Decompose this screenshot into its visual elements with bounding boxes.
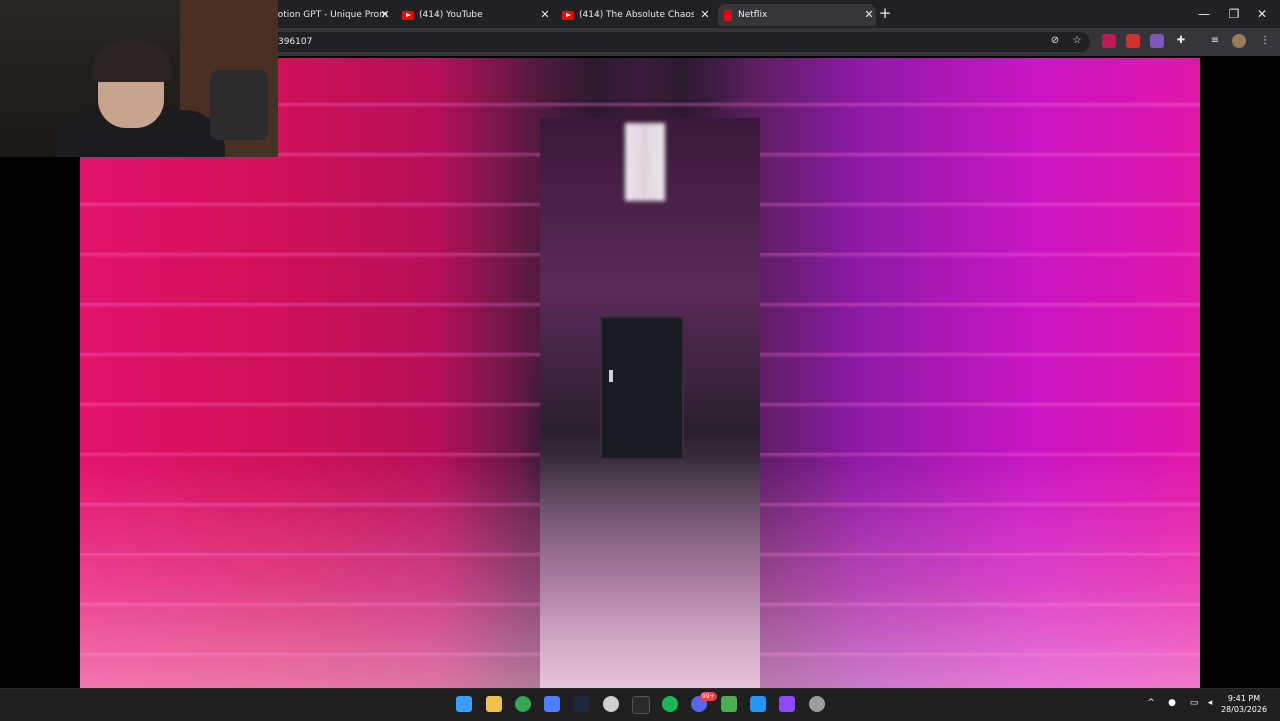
extension-icon[interactable] [1102,34,1116,48]
clock-date: 28/03/2026 [1220,705,1268,714]
tab-title: (414) YouTube [419,10,483,20]
webcam-overlay [0,0,278,157]
profile-avatar[interactable] [1232,34,1246,48]
youtube-icon [402,10,414,20]
file-explorer-icon[interactable] [486,696,502,712]
volume-icon[interactable]: ◂ [1204,697,1216,709]
microphone-icon[interactable]: ● [1166,697,1178,709]
obs-icon[interactable] [603,696,619,712]
tab-netflix[interactable]: Netflix ✕ [718,4,876,26]
chevron-up-icon[interactable]: ^ [1145,697,1157,709]
extension-icon[interactable] [1126,34,1140,48]
star-icon[interactable]: ☆ [1070,34,1084,48]
headphones-hat [92,40,172,82]
network-icon[interactable]: ▭ [1188,697,1200,709]
tab-title: Netflix [738,10,768,20]
clock-time: 9:41 PM [1227,694,1261,703]
discord-badge: 99+ [700,692,717,701]
tab-youtube[interactable]: (414) YouTube ✕ [402,4,552,26]
spotify-icon[interactable] [662,696,678,712]
twitch-icon[interactable] [779,696,795,712]
menu-icon[interactable]: ⋮ [1258,34,1272,48]
eye-off-icon[interactable]: ⊘ [1048,34,1062,48]
steam-icon[interactable] [573,696,589,712]
media-control-icon[interactable]: ≡ [1208,34,1222,48]
close-icon[interactable]: ✕ [378,8,392,22]
netflix-icon [724,9,732,21]
windows-start-icon[interactable] [456,696,472,712]
door [600,316,684,460]
tab-title: (414) The Absolute Chaos of Co [579,10,694,20]
close-icon[interactable]: ✕ [538,8,552,22]
floor [80,458,1200,688]
roblox-icon[interactable] [544,696,560,712]
ceiling-light [625,123,665,201]
extension-icon[interactable] [1150,34,1164,48]
chrome-icon[interactable] [515,696,531,712]
tab-youtube-video[interactable]: (414) The Absolute Chaos of Co ✕ [562,4,712,26]
taskbar-clock[interactable]: 9:41 PM 28/03/2026 [1220,693,1268,715]
address-text: 396107 [278,37,313,47]
microphone [210,70,268,140]
close-window-button[interactable]: ✕ [1252,6,1272,22]
app-green-icon[interactable] [721,696,737,712]
address-bar[interactable]: 396107 [260,32,1090,52]
minimize-button[interactable]: — [1194,6,1214,22]
close-icon[interactable]: ✕ [862,8,876,22]
settings-icon[interactable] [809,696,825,712]
tab-notion-gpt[interactable]: notion GPT - Unique Promo ✕ [272,4,392,26]
youtube-icon [562,10,574,20]
restore-button[interactable]: ❐ [1224,6,1244,22]
new-tab-button[interactable]: + [878,6,892,21]
door-handle [609,370,613,382]
close-icon[interactable]: ✕ [698,8,712,22]
app-blue-icon[interactable] [750,696,766,712]
tab-title: notion GPT - Unique Promo [272,10,387,20]
epic-games-icon[interactable] [632,696,650,714]
puzzle-icon[interactable]: ✚ [1174,34,1188,48]
